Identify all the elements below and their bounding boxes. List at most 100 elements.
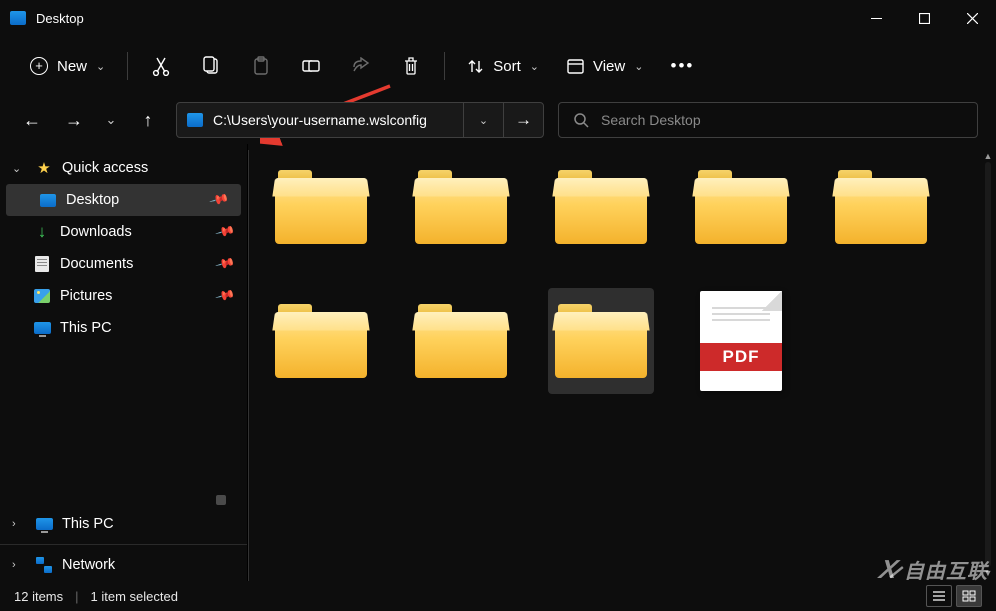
address-history-button[interactable]: ⌄: [463, 103, 503, 137]
folder-item[interactable]: [408, 154, 514, 260]
minimize-icon: [871, 18, 882, 19]
chevron-down-icon: ⌄: [106, 112, 117, 128]
divider: [444, 52, 445, 80]
maximize-icon: [919, 13, 930, 24]
minimize-button[interactable]: [852, 0, 900, 36]
pin-icon: 📌: [214, 285, 236, 307]
watermark: X̷ 自由互联: [880, 554, 988, 585]
folder-icon: [835, 170, 927, 244]
sidebar-splitter-grip[interactable]: [216, 495, 226, 505]
more-button[interactable]: •••: [659, 46, 705, 86]
share-icon: [351, 57, 371, 75]
back-icon: ←: [23, 110, 41, 131]
close-button[interactable]: [948, 0, 996, 36]
watermark-logo: X̷: [876, 554, 901, 585]
sidebar-item-downloads[interactable]: ↓ Downloads 📌: [0, 216, 247, 248]
copy-button[interactable]: [188, 46, 234, 86]
icons-layout-button[interactable]: [956, 585, 982, 607]
go-button[interactable]: →: [503, 103, 543, 137]
details-icon: [932, 590, 946, 602]
more-icon: •••: [671, 56, 695, 76]
chevron-right-icon: ›: [12, 559, 26, 571]
address-input[interactable]: C:\Users\your-username.wslconfig: [177, 103, 463, 137]
vertical-scrollbar[interactable]: ▲ ▼: [982, 150, 994, 579]
watermark-text: 自由互联: [904, 555, 988, 584]
divider: [0, 544, 247, 545]
sidebar-item-pictures[interactable]: Pictures 📌: [0, 280, 247, 312]
desktop-icon: [10, 11, 26, 25]
sidebar-item-label: Network: [62, 557, 115, 573]
plus-icon: +: [30, 57, 48, 75]
share-button[interactable]: [338, 46, 384, 86]
selection-count: 1 item selected: [91, 589, 178, 604]
pin-icon: 📌: [214, 253, 236, 275]
folder-item[interactable]: [828, 154, 934, 260]
folder-item[interactable]: [548, 154, 654, 260]
sidebar: ⌄ ★ Quick access Desktop 📌 ↓ Downloads 📌…: [0, 144, 248, 581]
sidebar-quick-access[interactable]: ⌄ ★ Quick access: [0, 152, 247, 184]
folder-icon: [555, 304, 647, 378]
scroll-track[interactable]: [985, 162, 991, 567]
sort-button[interactable]: Sort ⌄: [455, 46, 551, 86]
quick-access-label: Quick access: [62, 160, 148, 176]
star-icon: ★: [34, 159, 54, 177]
folder-item[interactable]: [548, 288, 654, 394]
grid-icon: [962, 590, 976, 602]
location-icon: [187, 113, 203, 127]
sidebar-item-network[interactable]: › Network: [0, 549, 247, 581]
item-count: 12 items: [14, 589, 63, 604]
pc-icon: [32, 319, 52, 337]
rename-icon: [301, 56, 321, 76]
pc-icon: [34, 515, 54, 533]
view-button[interactable]: View ⌄: [555, 46, 655, 86]
folder-icon: [415, 304, 507, 378]
pictures-icon: [32, 287, 52, 305]
folder-item[interactable]: [688, 154, 794, 260]
document-icon: [32, 255, 52, 273]
sidebar-item-label: This PC: [62, 516, 114, 532]
search-input[interactable]: Search Desktop: [558, 102, 978, 138]
folder-item[interactable]: [268, 154, 374, 260]
chevron-down-icon: ⌄: [12, 162, 26, 175]
pin-icon: 📌: [208, 189, 230, 211]
folder-item[interactable]: [408, 288, 514, 394]
forward-button[interactable]: →: [54, 101, 94, 139]
window-title: Desktop: [36, 11, 852, 26]
chevron-down-icon: ⌄: [479, 114, 488, 127]
recent-button[interactable]: ⌄: [96, 101, 126, 139]
paste-icon: [252, 56, 270, 76]
sidebar-item-this-pc-nested[interactable]: This PC: [0, 312, 247, 344]
folder-item[interactable]: [268, 288, 374, 394]
details-layout-button[interactable]: [926, 585, 952, 607]
new-button[interactable]: + New ⌄: [18, 46, 117, 86]
content-area[interactable]: PDF ▲ ▼: [248, 144, 996, 581]
nav-row: ← → ⌄ ↑ C:\Users\your-username.wslconfig…: [0, 96, 996, 144]
maximize-button[interactable]: [900, 0, 948, 36]
search-placeholder: Search Desktop: [601, 112, 701, 128]
download-icon: ↓: [32, 223, 52, 241]
divider: [127, 52, 128, 80]
search-icon: [573, 112, 589, 128]
sidebar-item-label: Desktop: [66, 192, 119, 208]
separator: |: [75, 589, 78, 604]
paste-button[interactable]: [238, 46, 284, 86]
sidebar-item-this-pc[interactable]: › This PC: [0, 508, 247, 540]
sidebar-item-documents[interactable]: Documents 📌: [0, 248, 247, 280]
sort-label: Sort: [493, 58, 521, 75]
go-icon: →: [515, 110, 532, 130]
cut-button[interactable]: [138, 46, 184, 86]
rename-button[interactable]: [288, 46, 334, 86]
scroll-up-icon[interactable]: ▲: [982, 150, 994, 162]
chevron-down-icon: ⌄: [530, 60, 539, 73]
delete-button[interactable]: [388, 46, 434, 86]
sort-icon: [467, 58, 484, 75]
sidebar-item-desktop[interactable]: Desktop 📌: [6, 184, 241, 216]
file-item-pdf[interactable]: PDF: [688, 288, 794, 394]
toolbar: + New ⌄ Sort ⌄ View ⌄ •••: [0, 36, 996, 96]
back-button[interactable]: ←: [12, 101, 52, 139]
address-bar[interactable]: C:\Users\your-username.wslconfig ⌄ →: [176, 102, 544, 138]
splitter[interactable]: [248, 150, 249, 581]
up-button[interactable]: ↑: [128, 101, 168, 139]
desktop-icon: [38, 191, 58, 209]
pdf-label: PDF: [700, 343, 782, 371]
